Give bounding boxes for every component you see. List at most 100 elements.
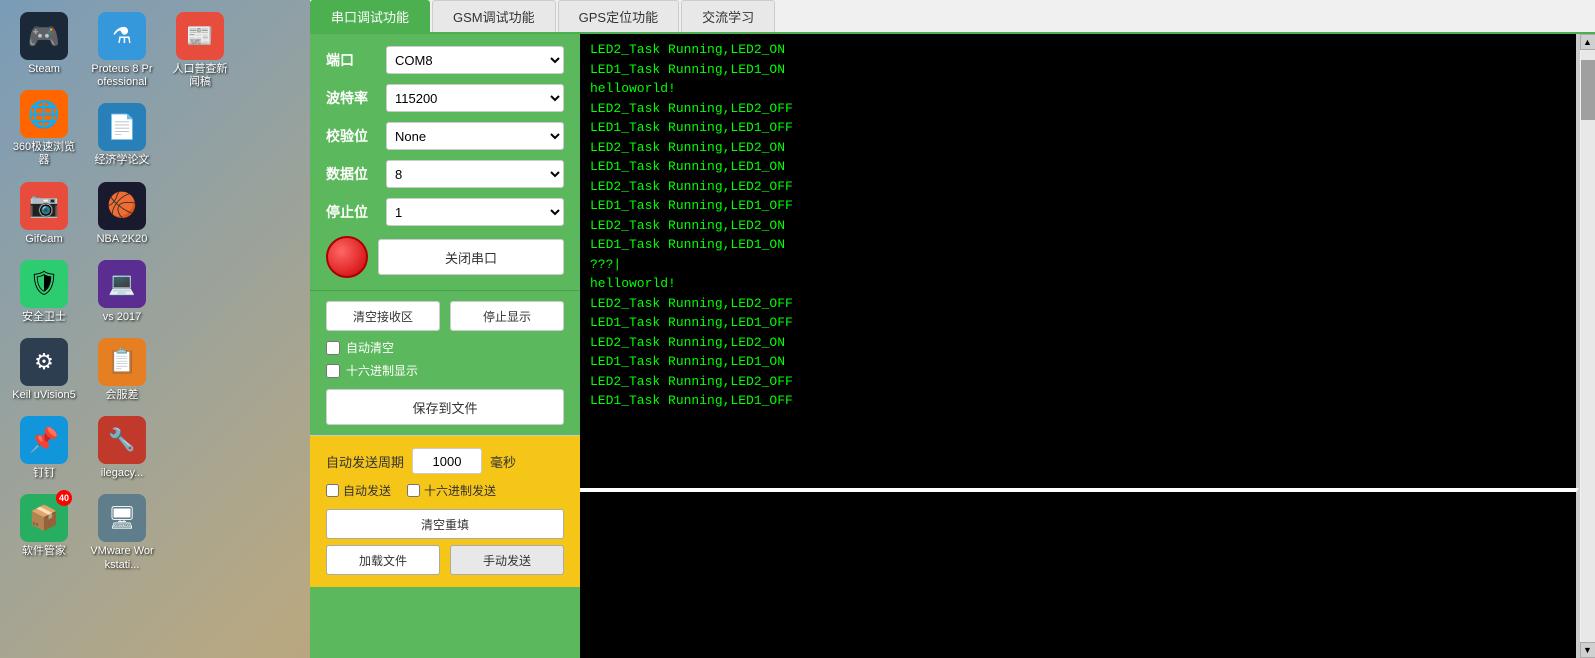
send-checkbox-row: 自动发送 十六进制发送 (326, 482, 564, 499)
stop-display-button[interactable]: 停止显示 (450, 301, 564, 331)
icon-dingding[interactable]: 📌 钉钉 (8, 412, 80, 484)
hex-send-label[interactable]: 十六进制发送 (407, 482, 496, 499)
databits-select[interactable]: 8 (386, 160, 564, 188)
load-file-row: 加载文件 手动发送 (326, 545, 564, 575)
load-file-button[interactable]: 加载文件 (326, 545, 440, 575)
icon-anquan[interactable]: 🛡 安全卫士 (8, 256, 80, 328)
ilegacy-icon-label: ilegacy... (101, 467, 144, 480)
icon-vmware[interactable]: 🖥 VMware Workstati... (86, 490, 158, 575)
port-row: 端口 COM8 (326, 46, 564, 74)
clear-recv-button[interactable]: 清空接收区 (326, 301, 440, 331)
databits-row: 数据位 8 (326, 160, 564, 188)
icon-360[interactable]: 🌐 360极速浏览器 (8, 86, 80, 171)
icon-nba[interactable]: 🏀 NBA 2K20 (86, 178, 158, 250)
stopbits-label: 停止位 (326, 202, 386, 222)
icon-vs[interactable]: 💻 vs 2017 (86, 256, 158, 328)
port-select[interactable]: COM8 (386, 46, 564, 74)
tab-serial[interactable]: 串口调试功能 (310, 0, 430, 32)
nba-icon-label: NBA 2K20 (97, 233, 148, 246)
baud-row: 波特率 115200 (326, 84, 564, 112)
icon-huifu[interactable]: 📋 会服差 (86, 334, 158, 406)
terminal-line: LED1_Task Running,LED1_OFF (590, 313, 1566, 333)
icon-jingji[interactable]: 📄 经济学论文 (86, 99, 158, 171)
send-period-label: 自动发送周期 (326, 452, 404, 471)
tab-ac[interactable]: 交流学习 (681, 0, 775, 32)
terminal-line: helloworld! (590, 79, 1566, 99)
save-file-button[interactable]: 保存到文件 (326, 389, 564, 425)
dingding-icon-label: 钉钉 (33, 467, 55, 480)
port-label: 端口 (326, 50, 386, 70)
clear-send-button[interactable]: 清空重填 (326, 509, 564, 539)
renkou-icon-img: 📰 (176, 12, 224, 60)
icon-steam[interactable]: 🎮 Steam (8, 8, 80, 80)
terminal-line: LED2_Task Running,LED2_OFF (590, 372, 1566, 392)
jingji-icon-label: 经济学论文 (95, 154, 150, 167)
scroll-track (1581, 50, 1595, 642)
scrollbar[interactable]: ▲ ▼ (1579, 34, 1595, 658)
icon-renkou[interactable]: 📰 人口普查新闻稿 (164, 8, 236, 93)
stopbits-select[interactable]: 1 (386, 198, 564, 226)
icon-ilegacy[interactable]: 🔧 ilegacy... (86, 412, 158, 484)
parity-label: 校验位 (326, 126, 386, 146)
auto-clear-label[interactable]: 自动清空 (346, 339, 394, 356)
huifu-icon-label: 会服差 (106, 389, 139, 402)
terminal-line: LED2_Task Running,LED2_OFF (590, 294, 1566, 314)
gifcam-icon-label: GifCam (25, 233, 62, 246)
auto-clear-row: 自动清空 (326, 339, 564, 356)
parity-row: 校验位 None (326, 122, 564, 150)
360-icon-label: 360极速浏览器 (12, 141, 76, 167)
terminal-line: LED2_Task Running,LED2_OFF (590, 99, 1566, 119)
desktop-icons-area: 🎮 Steam 🌐 360极速浏览器 📷 GifCam 🛡 安全卫士 ⚙ (0, 0, 310, 658)
connection-row: 关闭串口 (326, 236, 564, 278)
manual-send-button[interactable]: 手动发送 (450, 545, 564, 575)
software-icon-img: 📦 40 (20, 494, 68, 542)
hex-display-checkbox[interactable] (326, 364, 340, 378)
icon-proteus[interactable]: ⚗ Proteus 8 Professional (86, 8, 158, 93)
tab-gps[interactable]: GPS定位功能 (558, 0, 679, 32)
jingji-icon-img: 📄 (98, 103, 146, 151)
config-section: 端口 COM8 波特率 115200 校验位 (310, 34, 580, 290)
tab-gsm[interactable]: GSM调试功能 (432, 0, 556, 32)
scroll-up-arrow[interactable]: ▲ (1580, 34, 1595, 50)
right-terminal-area: LED2_Task Running,LED2_ONLED1_Task Runni… (580, 34, 1579, 658)
tab-bar: 串口调试功能 GSM调试功能 GPS定位功能 交流学习 (310, 0, 1595, 34)
terminal-line: LED1_Task Running,LED1_ON (590, 157, 1566, 177)
anquan-icon-label: 安全卫士 (22, 311, 66, 324)
icon-keil[interactable]: ⚙ Keil uVision5 (8, 334, 80, 406)
auto-send-checkbox[interactable] (326, 484, 339, 497)
hex-send-checkbox[interactable] (407, 484, 420, 497)
terminal-line: LED2_Task Running,LED2_OFF (590, 177, 1566, 197)
terminal-line: LED1_Task Running,LED1_ON (590, 60, 1566, 80)
proteus-icon-label: Proteus 8 Professional (90, 63, 154, 89)
parity-select[interactable]: None (386, 122, 564, 150)
hex-display-row: 十六进制显示 (326, 362, 564, 379)
send-period-input[interactable]: 1000 (412, 448, 482, 474)
ilegacy-icon-img: 🔧 (98, 416, 146, 464)
auto-send-label[interactable]: 自动发送 (326, 482, 391, 499)
desktop: 🎮 Steam 🌐 360极速浏览器 📷 GifCam 🛡 安全卫士 ⚙ (0, 0, 1595, 658)
recv-btn-row: 清空接收区 停止显示 (326, 301, 564, 331)
auto-clear-checkbox[interactable] (326, 341, 340, 355)
anquan-icon-img: 🛡 (20, 260, 68, 308)
terminal-lower (580, 488, 1579, 658)
scroll-thumb[interactable] (1581, 60, 1595, 120)
vmware-icon-img: 🖥 (98, 494, 146, 542)
software-badge: 40 (56, 490, 72, 506)
terminal-line: LED1_Task Running,LED1_OFF (590, 118, 1566, 138)
icon-gifcam[interactable]: 📷 GifCam (8, 178, 80, 250)
receive-section: 清空接收区 停止显示 自动清空 十六进制显示 保存到文件 (310, 290, 580, 435)
terminal-line: LED1_Task Running,LED1_OFF (590, 196, 1566, 216)
icon-software[interactable]: 📦 40 软件管家 (8, 490, 80, 562)
hex-display-label[interactable]: 十六进制显示 (346, 362, 418, 379)
terminal-line: LED2_Task Running,LED2_ON (590, 138, 1566, 158)
nba-icon-img: 🏀 (98, 182, 146, 230)
terminal-line: helloworld! (590, 274, 1566, 294)
send-period-row: 自动发送周期 1000 毫秒 (326, 448, 564, 474)
app-window: 串口调试功能 GSM调试功能 GPS定位功能 交流学习 端口 COM8 (310, 0, 1595, 658)
360-icon-img: 🌐 (20, 90, 68, 138)
terminal-line: LED2_Task Running,LED2_ON (590, 333, 1566, 353)
terminal-upper: LED2_Task Running,LED2_ONLED1_Task Runni… (580, 34, 1579, 488)
close-port-button[interactable]: 关闭串口 (378, 239, 564, 275)
scroll-down-arrow[interactable]: ▼ (1580, 642, 1595, 658)
baud-select[interactable]: 115200 (386, 84, 564, 112)
